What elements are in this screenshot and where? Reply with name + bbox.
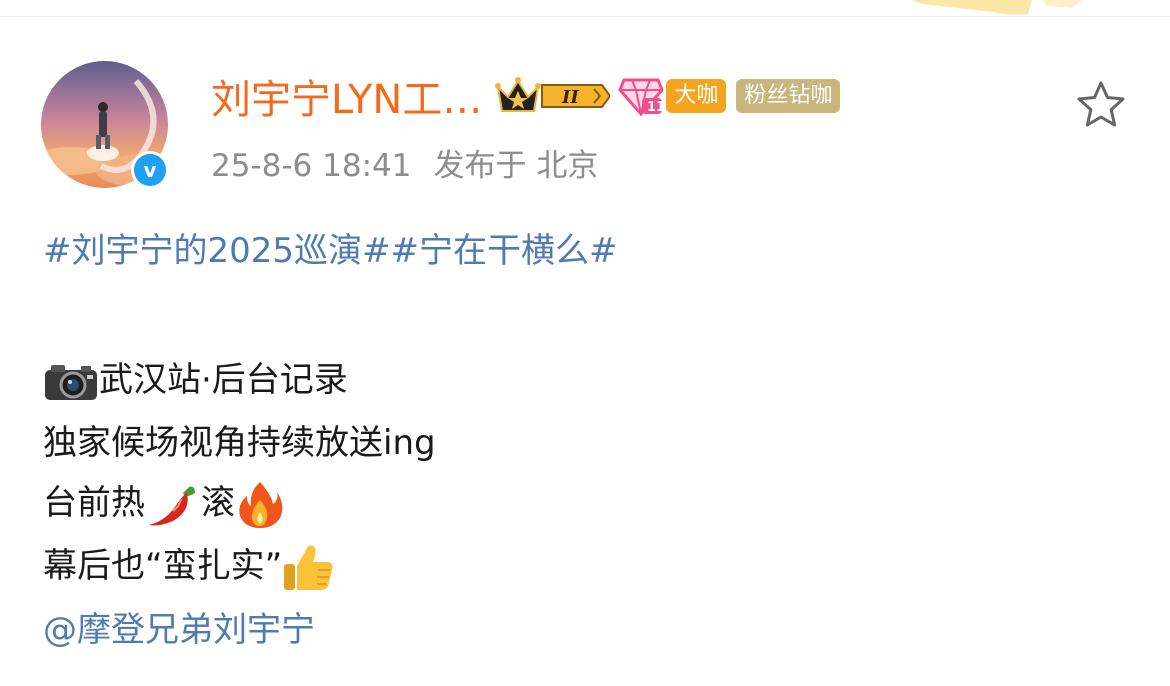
- fans-diamond-badge[interactable]: 粉丝钻咖: [736, 79, 841, 113]
- content-line: 武汉站·后台记录: [43, 352, 348, 402]
- post-time: 25-8-6 18:41: [211, 148, 412, 184]
- content-line: 幕后也“蛮扎实”: [43, 538, 336, 594]
- camera-emoji: [45, 364, 97, 400]
- star-outline-icon[interactable]: [1074, 79, 1128, 131]
- weibo-post: v 刘宇宁LYN工… II 11 大咖 粉丝钻咖 25-8-6 18:41 发布于…: [0, 0, 1170, 686]
- svg-text:II: II: [561, 87, 579, 108]
- line-text: 滚: [201, 483, 235, 523]
- verified-v-icon: v: [131, 151, 169, 189]
- daka-badge[interactable]: 大咖: [666, 79, 727, 113]
- content-line: 独家候场视角持续放送ing: [43, 415, 436, 464]
- mention-link[interactable]: @摩登兄弟刘宇宁: [43, 602, 315, 651]
- line-text: 台前热: [43, 483, 145, 523]
- line-text: 幕后也“蛮扎实”: [43, 546, 283, 586]
- top-divider: [0, 16, 1170, 17]
- fire-emoji: [239, 481, 283, 528]
- post-location: 发布于 北京: [433, 148, 599, 184]
- thumbs-up-emoji: [284, 545, 333, 590]
- line-text: 独家候场视角持续放送ing: [43, 423, 436, 463]
- svg-text:11: 11: [647, 100, 664, 115]
- post-meta: 25-8-6 18:41 发布于 北京: [211, 140, 598, 185]
- content-line: 台前热 滚: [43, 475, 285, 530]
- hot-pepper-emoji: [149, 486, 195, 525]
- topics-line: #刘宇宁的2025巡演##宁在干横么#: [43, 223, 618, 272]
- author-row: 刘宇宁LYN工… II 11 大咖 粉丝钻咖: [211, 67, 841, 125]
- topic-link[interactable]: #宁在干横么#: [391, 231, 618, 271]
- topic-link[interactable]: #刘宇宁的2025巡演#: [43, 231, 391, 271]
- crown-level-badge-icon[interactable]: II: [494, 75, 611, 117]
- line-text: 武汉站·后台记录: [99, 360, 348, 400]
- top-decoration: [912, 0, 1082, 15]
- author-name[interactable]: 刘宇宁LYN工…: [211, 67, 482, 125]
- diamond-member-icon[interactable]: 11: [618, 76, 664, 116]
